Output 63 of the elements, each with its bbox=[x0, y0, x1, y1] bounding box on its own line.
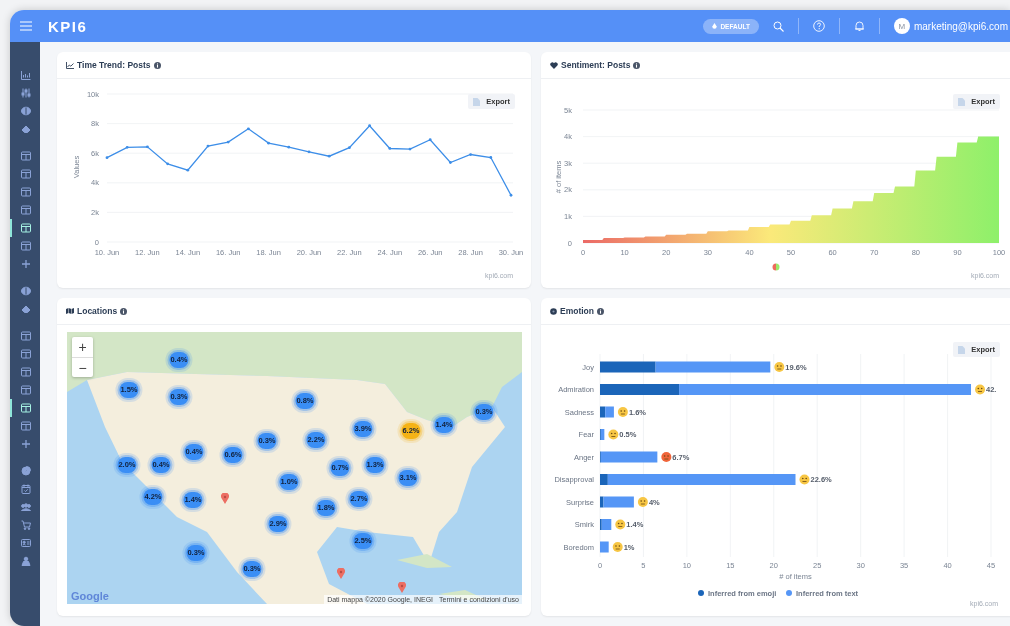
zoom-out-button[interactable]: − bbox=[72, 357, 93, 377]
emoji-face-icon bbox=[661, 452, 672, 462]
card-title: Emotion bbox=[560, 306, 594, 316]
layout-icon bbox=[21, 403, 31, 413]
layout-icon bbox=[21, 367, 31, 377]
map-icon bbox=[66, 308, 74, 314]
zoom-in-button[interactable]: + bbox=[72, 337, 93, 357]
brain-icon bbox=[21, 286, 31, 296]
map-logo: Google bbox=[71, 590, 109, 602]
search-icon[interactable] bbox=[772, 20, 784, 32]
emoji-face-icon bbox=[975, 384, 985, 395]
layout-icon bbox=[21, 169, 31, 179]
user-pin-icon bbox=[21, 556, 31, 566]
brain-icon bbox=[21, 106, 31, 116]
info-icon[interactable] bbox=[120, 307, 128, 315]
info-icon[interactable] bbox=[633, 61, 641, 69]
bar bbox=[600, 541, 609, 553]
legend-dot[interactable] bbox=[786, 590, 792, 596]
layout-icon bbox=[21, 421, 31, 431]
card-title: Time Trend: Posts bbox=[77, 60, 151, 70]
help-icon[interactable] bbox=[812, 20, 825, 32]
plus-icon bbox=[21, 439, 31, 449]
emoji-face-icon bbox=[612, 542, 623, 552]
map-pin-icon[interactable] bbox=[398, 582, 406, 593]
plus-icon bbox=[21, 259, 31, 269]
bell-icon[interactable] bbox=[853, 20, 865, 32]
layout-icon bbox=[21, 151, 31, 161]
document-icon bbox=[958, 97, 966, 106]
drop-icon bbox=[712, 23, 718, 29]
card-title: Sentiment: Posts bbox=[561, 60, 631, 70]
layout-icon bbox=[21, 349, 31, 359]
document-icon bbox=[958, 345, 966, 354]
emoji-face-icon bbox=[617, 407, 628, 417]
layout-icon bbox=[21, 187, 31, 197]
info-icon[interactable] bbox=[597, 307, 604, 315]
sliders-icon bbox=[21, 88, 31, 98]
card-title: Locations bbox=[77, 306, 118, 316]
logo[interactable]: KPI6 bbox=[48, 17, 88, 35]
id-card-icon bbox=[21, 538, 31, 548]
layout-icon bbox=[21, 205, 31, 215]
emoji-face-icon bbox=[799, 474, 810, 485]
legend-icon[interactable] bbox=[772, 263, 780, 271]
calendar-icon bbox=[21, 484, 31, 494]
layout-icon bbox=[21, 385, 31, 395]
heart-icon bbox=[550, 61, 558, 69]
layout-icon bbox=[21, 223, 31, 233]
map-pin-icon[interactable] bbox=[337, 568, 345, 579]
emoji-face-icon bbox=[774, 362, 785, 372]
map-pin-icon[interactable] bbox=[221, 493, 229, 504]
layout-icon bbox=[21, 241, 31, 251]
legend-dot[interactable] bbox=[698, 590, 704, 596]
avatar[interactable]: M bbox=[893, 18, 910, 34]
emoji-face-icon bbox=[615, 519, 626, 530]
menu-icon[interactable] bbox=[20, 21, 32, 31]
emoji-face-icon bbox=[608, 429, 619, 440]
info-icon[interactable] bbox=[153, 61, 161, 69]
line-chart-icon bbox=[66, 61, 74, 69]
cart-icon bbox=[21, 520, 31, 530]
document-icon bbox=[473, 97, 481, 106]
account-email[interactable]: marketing@kpi6.com bbox=[913, 20, 1008, 32]
line-chart-icon bbox=[21, 70, 31, 80]
layout-icon bbox=[21, 331, 31, 341]
emoji-face-icon bbox=[637, 497, 648, 507]
